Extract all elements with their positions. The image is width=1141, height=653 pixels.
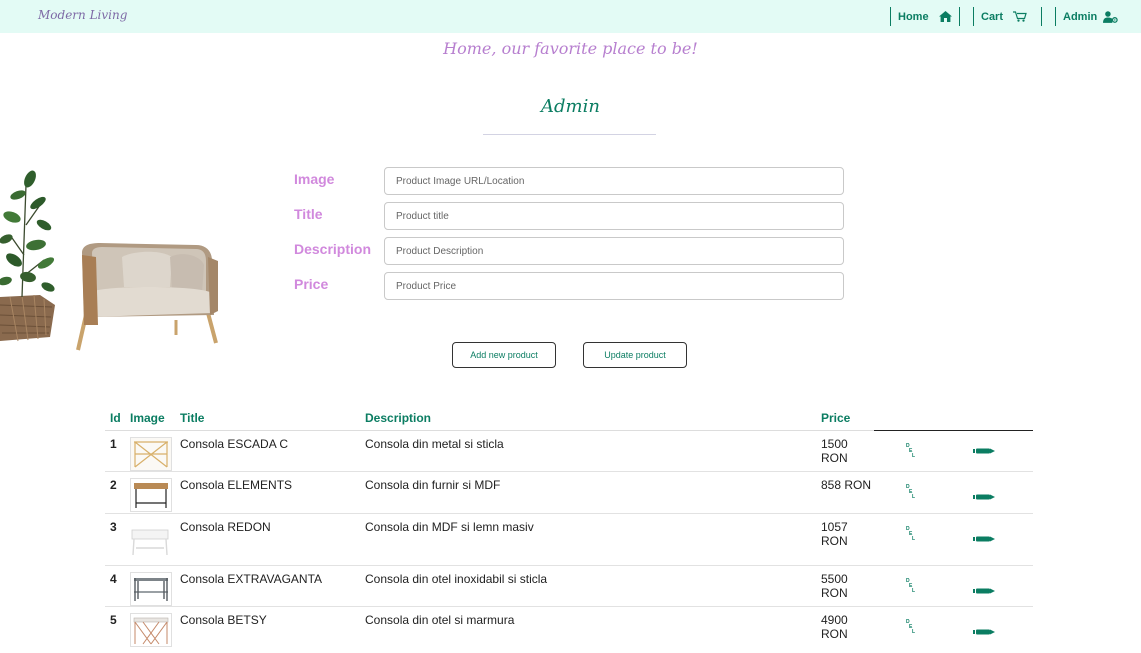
- row-id: 2: [105, 471, 125, 514]
- row-price: 4900 RON: [821, 613, 848, 641]
- title-divider: [483, 134, 656, 135]
- delete-icon[interactable]: D E L: [906, 577, 916, 593]
- table-row: 5 Consola BETSY Consola din otel si marm…: [105, 607, 1033, 653]
- price-input[interactable]: [384, 272, 844, 300]
- nav-admin-label: Admin: [1063, 10, 1098, 23]
- row-image-cell: [125, 565, 175, 607]
- title-label: Title: [294, 206, 323, 222]
- update-product-button[interactable]: Update product: [583, 342, 687, 368]
- table-header-row: Id Image Title Description Price: [105, 405, 1033, 431]
- product-thumbnail: [130, 572, 172, 606]
- nav-home-label: Home: [898, 10, 929, 23]
- delete-icon[interactable]: D E L: [906, 618, 916, 634]
- table-row: 1 Consola ESCADA C Consola din metal si …: [105, 430, 1033, 472]
- pencil-icon[interactable]: [973, 494, 995, 500]
- nav-admin[interactable]: Admin: [1055, 7, 1125, 26]
- row-actions: D E L: [874, 471, 1033, 514]
- user-cog-icon: [1103, 10, 1118, 23]
- product-thumbnail: [130, 437, 172, 471]
- row-actions: D E L: [874, 430, 1033, 472]
- row-title: Consola ESCADA C: [175, 430, 360, 472]
- row-price: 5500 RON: [816, 565, 874, 607]
- description-label: Description: [294, 241, 372, 257]
- delete-icon[interactable]: D E L: [906, 525, 916, 541]
- row-image-cell: [125, 607, 175, 653]
- row-price: 1057 RON: [816, 513, 874, 566]
- product-thumbnail: [130, 478, 172, 512]
- nav-cart-label: Cart: [981, 10, 1004, 23]
- row-description: Consola din otel inoxidabil si sticla: [360, 565, 816, 607]
- row-description: Consola din MDF si lemn masiv: [360, 513, 816, 566]
- row-description: Consola din metal si sticla: [360, 430, 816, 472]
- header-actions: [874, 405, 1033, 431]
- svg-text:L: L: [912, 588, 915, 593]
- brand-logo[interactable]: Modern Living: [38, 8, 127, 22]
- row-title: Consola BETSY: [180, 613, 267, 627]
- row-image-cell: [125, 513, 175, 566]
- header-image: Image: [125, 405, 175, 431]
- row-price: 1500 RON: [816, 430, 874, 472]
- delete-icon[interactable]: D E L: [906, 483, 916, 499]
- row-price: 858 RON: [816, 471, 874, 514]
- row-description: Consola din furnir si MDF: [360, 471, 816, 514]
- svg-text:L: L: [912, 453, 915, 458]
- tagline: Home, our favorite place to be!: [443, 39, 698, 58]
- table-row: 4 Consola EXTRAVAGANTA Consola din otel …: [105, 565, 1033, 607]
- top-navbar: Modern Living Home Cart Admin: [0, 0, 1141, 33]
- svg-text:L: L: [912, 629, 915, 634]
- products-table: Id Image Title Description Price 1 Conso…: [105, 405, 1033, 653]
- delete-icon[interactable]: D E L: [906, 442, 916, 458]
- row-actions: D E L: [874, 513, 1033, 566]
- pencil-icon[interactable]: [973, 448, 995, 454]
- header-description: Description: [360, 405, 816, 431]
- description-input[interactable]: [384, 237, 844, 265]
- row-image-cell: [125, 430, 175, 472]
- row-actions: D E L: [874, 565, 1033, 607]
- pencil-icon[interactable]: [973, 629, 995, 635]
- nav-cart[interactable]: Cart: [973, 7, 1042, 26]
- price-label: Price: [294, 276, 329, 292]
- row-title: Consola EXTRAVAGANTA: [175, 565, 360, 607]
- row-id: 5: [110, 613, 117, 627]
- row-title: Consola ELEMENTS: [175, 471, 360, 514]
- home-icon: [938, 11, 952, 22]
- cart-icon: [1013, 11, 1027, 22]
- row-actions: D E L: [874, 607, 1033, 653]
- row-title: Consola REDON: [175, 513, 360, 566]
- table-row: 3 Consola REDON Consola din MDF si lemn …: [105, 513, 1033, 566]
- product-thumbnail: [130, 524, 170, 560]
- pencil-icon[interactable]: [973, 536, 995, 542]
- image-url-input[interactable]: [384, 167, 844, 195]
- image-label: Image: [294, 171, 335, 187]
- add-product-button[interactable]: Add new product: [452, 342, 556, 368]
- svg-text:L: L: [912, 494, 915, 499]
- header-id: Id: [105, 405, 125, 431]
- row-id: 3: [105, 513, 125, 566]
- nav-home[interactable]: Home: [890, 7, 960, 26]
- row-image-cell: [125, 471, 175, 514]
- header-title: Title: [175, 405, 360, 431]
- product-thumbnail: [130, 613, 172, 647]
- armchair-plant-illustration: [0, 170, 218, 351]
- table-row: 2 Consola ELEMENTS Consola din furnir si…: [105, 471, 1033, 514]
- pencil-icon[interactable]: [973, 588, 995, 594]
- title-input[interactable]: [384, 202, 844, 230]
- row-id: 4: [105, 565, 125, 607]
- header-price: Price: [816, 405, 874, 431]
- page-title: Admin: [541, 96, 600, 117]
- svg-text:L: L: [912, 536, 915, 541]
- row-description: Consola din otel si marmura: [365, 613, 515, 627]
- row-id: 1: [105, 430, 125, 472]
